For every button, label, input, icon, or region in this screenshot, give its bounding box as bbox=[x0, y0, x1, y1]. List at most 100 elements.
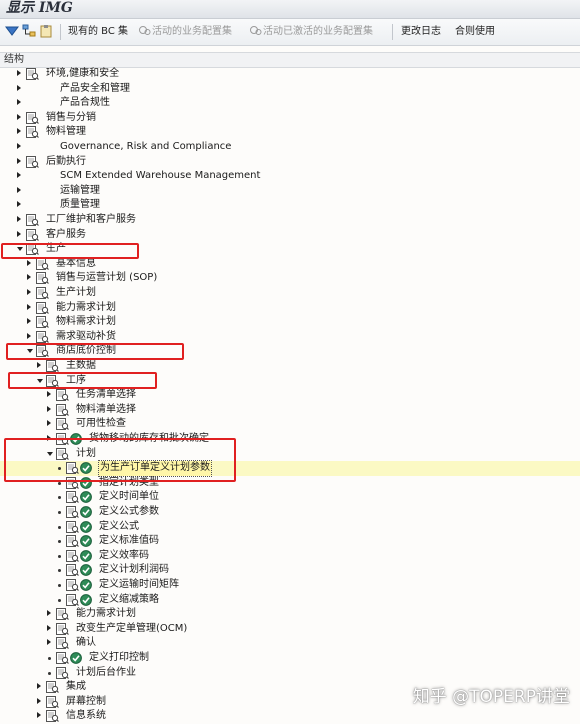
tree-node[interactable]: 可用性检查 bbox=[0, 417, 580, 432]
expand-arrow-icon[interactable] bbox=[47, 435, 51, 441]
tree-node-label[interactable]: 计划后台作业 bbox=[76, 666, 136, 681]
documentation-icon[interactable] bbox=[26, 126, 39, 139]
expand-arrow-icon[interactable] bbox=[47, 639, 51, 646]
execute-icon[interactable] bbox=[80, 476, 92, 489]
expand-arrow-icon[interactable] bbox=[47, 391, 51, 398]
tree-node[interactable]: 为生产订单定义计划参数 bbox=[0, 460, 580, 477]
tree-node[interactable]: 指定计划类型 bbox=[0, 476, 580, 491]
expand-arrow-icon[interactable] bbox=[17, 186, 21, 193]
collapse-arrow-icon[interactable] bbox=[27, 349, 33, 354]
tree-node-label[interactable]: 销售与运营计划 (SOP) bbox=[56, 271, 157, 286]
documentation-icon[interactable] bbox=[66, 520, 79, 533]
execute-icon[interactable] bbox=[70, 652, 82, 664]
expand-arrow-icon[interactable] bbox=[47, 610, 51, 617]
execute-icon[interactable] bbox=[80, 491, 92, 504]
documentation-icon[interactable] bbox=[56, 403, 69, 416]
documentation-icon[interactable] bbox=[36, 345, 49, 358]
tree-node-label[interactable]: 屏幕控制 bbox=[66, 695, 106, 710]
expand-arrow-icon[interactable] bbox=[37, 683, 41, 690]
documentation-icon[interactable] bbox=[36, 316, 49, 329]
tree-node-label[interactable]: 定义时间单位 bbox=[99, 490, 159, 505]
tree-node[interactable]: 基本信息 bbox=[0, 257, 580, 272]
documentation-icon[interactable] bbox=[46, 681, 59, 694]
expand-arrow-icon[interactable] bbox=[17, 99, 21, 106]
tree-node-label[interactable]: 产品合规性 bbox=[60, 96, 110, 111]
documentation-icon[interactable] bbox=[26, 111, 39, 124]
tree-node[interactable]: 信息系统 bbox=[0, 709, 580, 724]
tree-node[interactable]: 定义公式参数 bbox=[0, 505, 580, 520]
execute-icon[interactable] bbox=[80, 564, 92, 577]
expand-arrow-icon[interactable] bbox=[37, 697, 41, 704]
expand-arrow-icon[interactable] bbox=[47, 624, 51, 631]
where-used-button[interactable]: 合则使用 bbox=[455, 23, 495, 41]
tree-node[interactable]: 物料需求计划 bbox=[0, 315, 580, 330]
documentation-icon[interactable] bbox=[66, 535, 79, 548]
documentation-icon[interactable] bbox=[46, 695, 59, 708]
documentation-icon[interactable] bbox=[46, 360, 59, 372]
tree-node[interactable]: SCM Extended Warehouse Management bbox=[0, 169, 580, 184]
documentation-icon[interactable] bbox=[26, 68, 39, 80]
tree-node[interactable]: 计划后台作业 bbox=[0, 666, 580, 681]
tree-structure-icon[interactable] bbox=[22, 24, 36, 38]
documentation-icon[interactable] bbox=[56, 447, 69, 460]
documentation-icon[interactable] bbox=[36, 301, 49, 314]
expand-arrow-icon[interactable] bbox=[27, 318, 31, 325]
expand-arrow-icon[interactable] bbox=[27, 303, 31, 310]
documentation-icon[interactable] bbox=[66, 564, 79, 577]
expand-arrow-icon[interactable] bbox=[17, 201, 21, 208]
tree-node[interactable]: 质量管理 bbox=[0, 198, 580, 213]
collapse-arrow-icon[interactable] bbox=[17, 247, 23, 252]
expand-arrow-icon[interactable] bbox=[47, 405, 51, 412]
tree-node-label[interactable]: 指定计划类型 bbox=[99, 476, 159, 491]
tree-node[interactable]: 产品合规性 bbox=[0, 96, 580, 111]
tree-node-label[interactable]: 质量管理 bbox=[60, 198, 100, 213]
filter-icon[interactable] bbox=[5, 24, 19, 38]
tree-node-label[interactable]: 能力需求计划 bbox=[56, 301, 116, 316]
execute-icon[interactable] bbox=[80, 506, 92, 518]
tree-node[interactable]: 工厂维护和客户服务 bbox=[0, 213, 580, 228]
clipboard-icon[interactable] bbox=[39, 24, 53, 38]
tree-node-label[interactable]: 为生产订单定义计划参数 bbox=[98, 460, 212, 477]
documentation-icon[interactable] bbox=[56, 418, 69, 431]
tree-node[interactable]: 定义缩减策略 bbox=[0, 593, 580, 608]
tree-node[interactable]: 货物移动的库存和批次确定 bbox=[0, 432, 580, 447]
expand-arrow-icon[interactable] bbox=[17, 143, 21, 149]
expand-arrow-icon[interactable] bbox=[17, 157, 21, 164]
expand-arrow-icon[interactable] bbox=[37, 712, 41, 719]
tree-node-label[interactable]: 运输管理 bbox=[60, 184, 100, 199]
execute-icon[interactable] bbox=[70, 433, 82, 445]
tree-node-label[interactable]: SCM Extended Warehouse Management bbox=[60, 169, 260, 184]
expand-arrow-icon[interactable] bbox=[17, 70, 21, 76]
tree-node[interactable]: 生产 bbox=[0, 242, 580, 257]
tree-node-label[interactable]: 物料管理 bbox=[46, 125, 86, 140]
tree-node-label[interactable]: 基本信息 bbox=[56, 257, 96, 272]
tree-node-label[interactable]: 客户服务 bbox=[46, 228, 86, 243]
tree-node[interactable]: Governance, Risk and Compliance bbox=[0, 140, 580, 155]
tree-node[interactable]: 定义运输时间矩阵 bbox=[0, 578, 580, 593]
expand-arrow-icon[interactable] bbox=[17, 84, 21, 91]
documentation-icon[interactable] bbox=[56, 608, 69, 621]
collapse-arrow-icon[interactable] bbox=[37, 378, 43, 383]
change-log-button[interactable]: 更改日志 bbox=[401, 23, 441, 41]
tree-node[interactable]: 定义标准值码 bbox=[0, 534, 580, 549]
documentation-icon[interactable] bbox=[26, 155, 39, 168]
tree-node[interactable]: 计划 bbox=[0, 447, 580, 462]
tree-node-label[interactable]: 定义效率码 bbox=[99, 549, 149, 564]
tree-node-label[interactable]: 可用性检查 bbox=[76, 417, 126, 432]
tree-node[interactable]: 主数据 bbox=[0, 359, 580, 374]
execute-icon[interactable] bbox=[80, 462, 92, 475]
execute-icon[interactable] bbox=[80, 520, 92, 533]
expand-arrow-icon[interactable] bbox=[17, 113, 21, 120]
tree-node[interactable]: 生产计划 bbox=[0, 286, 580, 301]
tree-node[interactable]: 定义效率码 bbox=[0, 549, 580, 564]
expand-arrow-icon[interactable] bbox=[47, 420, 51, 427]
documentation-icon[interactable] bbox=[66, 593, 79, 606]
expand-arrow-icon[interactable] bbox=[17, 216, 21, 222]
documentation-icon[interactable] bbox=[66, 549, 79, 562]
tree-node[interactable]: 产品安全和管理 bbox=[0, 82, 580, 97]
expand-arrow-icon[interactable] bbox=[17, 230, 21, 237]
documentation-icon[interactable] bbox=[26, 243, 39, 256]
expand-arrow-icon[interactable] bbox=[37, 362, 41, 368]
tree-node-label[interactable]: 定义计划利润码 bbox=[99, 563, 169, 578]
tree-node-label[interactable]: 工序 bbox=[66, 374, 86, 389]
